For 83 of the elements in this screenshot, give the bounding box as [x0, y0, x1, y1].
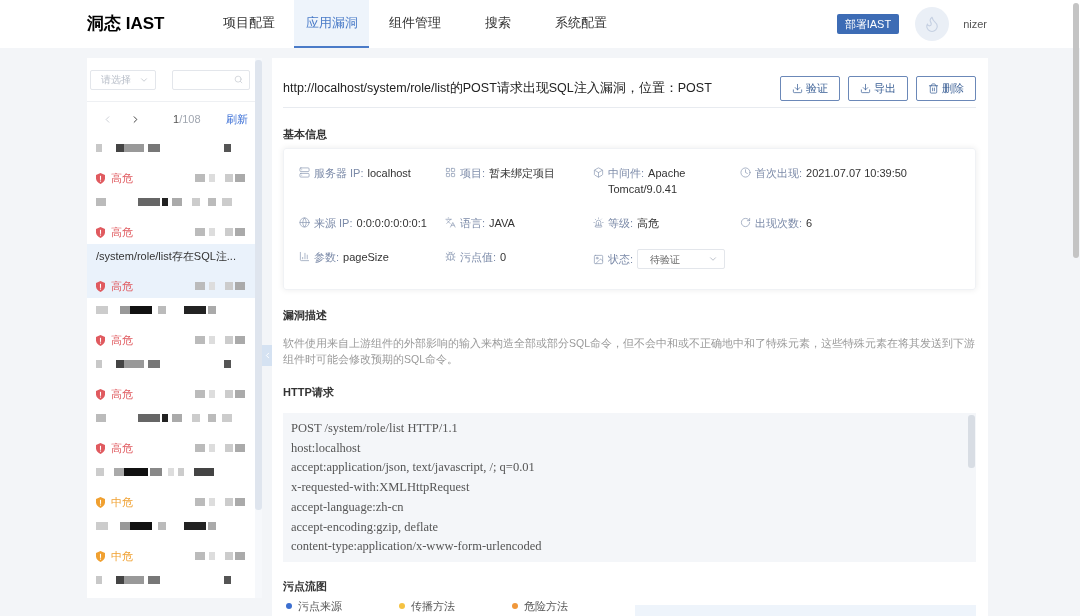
section-heading: 漏洞描述	[283, 308, 328, 322]
request-line: accept-language:zh-cn	[291, 498, 405, 516]
nav-tab[interactable]: 应用漏洞	[294, 0, 369, 48]
bug-icon	[445, 251, 456, 262]
severity-label: 高危	[111, 386, 133, 402]
description-text: 软件使用来自上游组件的外部影响的输入来构造全部或部分SQL命令，但不会中和或不正确地中和了特殊元素，这些特殊元素在将其发送到下游组件时可能会修改预期的SQL命令。	[283, 336, 976, 367]
redacted-date-drawing	[195, 552, 245, 560]
field-text: 参数: pageSize	[314, 250, 389, 265]
request-line: accept:application/json, text/javascript, /; q=0.01	[291, 459, 536, 477]
field-text: 项目: 暂未绑定项目	[460, 166, 556, 181]
severity-label: 高危	[111, 170, 133, 186]
severity-label: 高危	[111, 440, 133, 456]
field-text: 服务器 IP: localhost	[314, 166, 411, 181]
nav-tab[interactable]: 系统配置	[543, 0, 618, 48]
refresh-link[interactable]: 刷新	[225, 110, 248, 128]
server-icon	[299, 167, 310, 178]
field-text: 等级: 高危	[608, 216, 660, 231]
request-line: accept-encoding:gzip, deflate	[291, 518, 440, 536]
status-select[interactable]: 待验证	[637, 249, 726, 269]
field-text: 污点值: 0	[460, 250, 507, 265]
deploy-button[interactable]: 部署IAST	[836, 14, 900, 34]
field-text: 中间件: Apache Tomcat/9.0.41	[608, 166, 687, 197]
image-icon	[593, 253, 604, 265]
search-field[interactable]	[172, 69, 250, 90]
field-label: 状态:	[608, 251, 634, 267]
severity-label: 中危	[111, 494, 133, 510]
request-line: x-requested-with:XMLHttpRequest	[291, 479, 471, 497]
avatar-flame-icon[interactable]	[915, 7, 950, 41]
action-button[interactable]: 导出	[848, 76, 908, 101]
legend-label: 污点来源	[298, 600, 342, 612]
request-line: host:localhost	[291, 439, 362, 457]
vulnerability-heading: http://localhost/system/role/list的POST请求出现SQL注入漏洞，位置：POST	[283, 80, 712, 98]
section-heading: 污点流图	[283, 579, 328, 593]
scrollbar-thumb[interactable]	[968, 415, 975, 468]
chevron-down-icon	[708, 254, 719, 264]
siren-icon	[593, 217, 604, 228]
download-icon	[860, 83, 871, 94]
search-icon	[234, 75, 243, 84]
field-text: 语言: JAVA	[460, 216, 515, 231]
field-text: 出现次数: 6	[755, 216, 813, 231]
severity-label: 中危	[111, 548, 133, 564]
severity-label: 高危	[111, 224, 133, 240]
scrollbar-thumb[interactable]	[255, 60, 262, 510]
bar-chart-icon	[299, 251, 310, 262]
repeat-icon	[740, 217, 751, 228]
vulnerability-list-item[interactable]: /system/role/list存在SQL注... 高危	[87, 244, 255, 298]
nav-tab[interactable]: 项目配置	[211, 0, 286, 48]
collapse-handle[interactable]	[262, 345, 272, 366]
user-name: nizer	[963, 16, 987, 32]
page-scrollbar-thumb[interactable]	[1073, 3, 1079, 258]
section-heading: 基本信息	[283, 127, 328, 141]
severity-label: 高危	[111, 332, 133, 348]
field-text: 来源 IP: 0:0:0:0:0:0:0:1	[314, 216, 427, 231]
nav-tab[interactable]: 搜索	[460, 0, 535, 48]
page-total: /108	[179, 111, 201, 127]
redacted-date-drawing	[195, 498, 245, 506]
app-logo: 洞态 IAST	[87, 13, 166, 36]
severity-label: 高危	[111, 278, 133, 294]
action-button[interactable]: 删除	[916, 76, 976, 101]
page-current: 1	[173, 111, 180, 127]
globe-icon	[299, 217, 310, 228]
action-button[interactable]: 验证	[780, 76, 840, 101]
section-heading: HTTP请求	[283, 385, 335, 399]
translate-icon	[445, 217, 456, 228]
box-icon	[593, 167, 604, 178]
scrollbar-track[interactable]	[255, 58, 262, 598]
vulnerability-title: /system/role/list存在SQL注...	[96, 248, 236, 264]
nav-tab[interactable]: 组件管理	[377, 0, 452, 48]
trash-icon	[928, 83, 939, 94]
redacted-date-drawing	[195, 228, 245, 236]
field-text: 首次出现: 2021.07.07 10:39:50	[755, 166, 907, 181]
redacted-date-drawing	[195, 282, 245, 290]
redacted-date-drawing	[195, 174, 245, 182]
clock-icon	[740, 167, 751, 178]
redacted-date-drawing	[195, 336, 245, 344]
redacted-date-drawing	[195, 444, 245, 452]
legend-label: 传播方法	[411, 600, 455, 612]
download-icon	[792, 83, 803, 94]
redacted-date-drawing	[195, 390, 245, 398]
request-line: content-type:application/x-www-form-urlencoded	[291, 538, 543, 556]
request-line: POST /system/role/list HTTP/1.1	[291, 420, 459, 437]
grid-icon	[445, 167, 456, 178]
legend-label: 危险方法	[524, 600, 568, 612]
